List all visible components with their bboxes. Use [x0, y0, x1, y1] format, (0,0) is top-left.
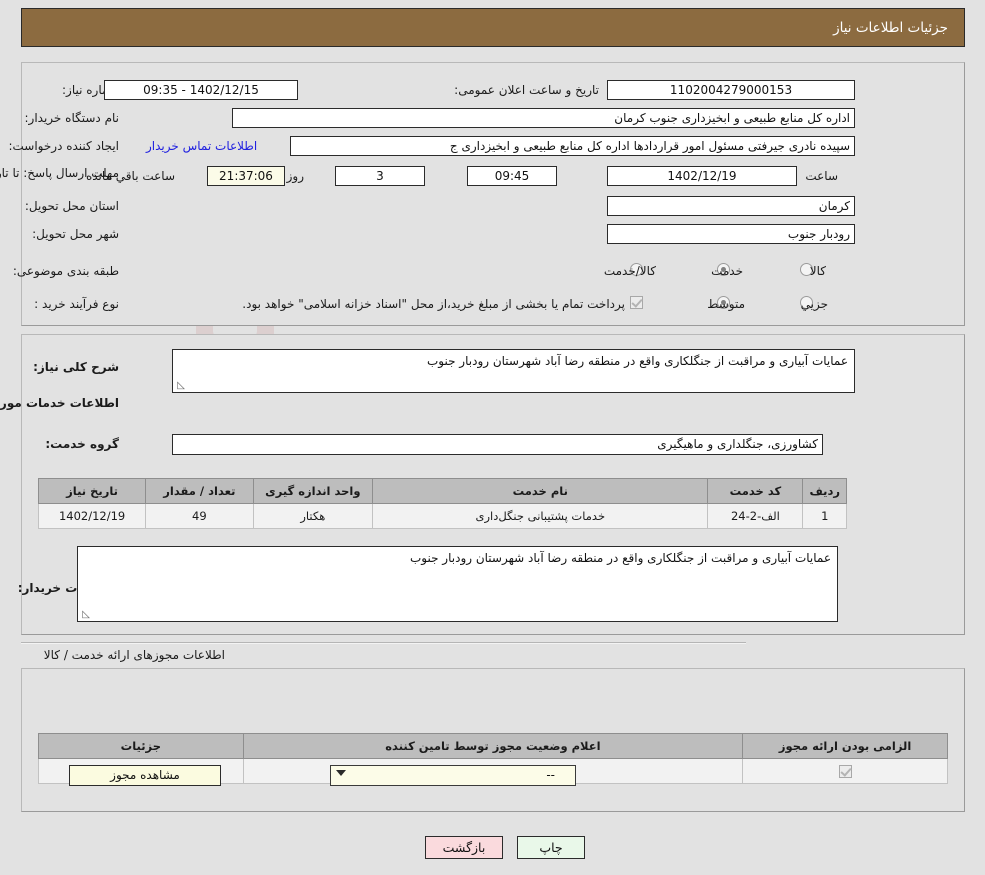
services-cell-unit: هکتار	[252, 503, 374, 529]
permit-status-value: --	[546, 768, 555, 782]
category-label: طبقه بندی موضوعی:	[12, 264, 119, 278]
services-cell-code: الف-2-24	[707, 503, 804, 529]
permits-col-required: الزامی بودن ارائه مجوز	[742, 733, 948, 759]
services-col-date: تاریخ نیاز	[37, 478, 147, 504]
province-value: کرمان	[607, 196, 855, 216]
chevron-down-icon	[336, 770, 346, 776]
page-root: AriaTender.net جزئیات اطلاعات نیاز شماره…	[0, 0, 985, 875]
services-cell-quantity: 49	[145, 503, 254, 529]
deadline-hour-label: ساعت	[805, 169, 838, 183]
need-description-value[interactable]: عمایات آبیاری و مراقبت از جنگلکاری واقع …	[172, 349, 855, 393]
permit-status-select[interactable]: --	[330, 765, 576, 786]
buyer-contact-link[interactable]: اطلاعات تماس خریدار	[146, 139, 257, 153]
services-col-name: نام خدمت	[372, 478, 709, 504]
services-cell-name: خدمات پشتیبانی جنگل‌داری	[372, 503, 709, 529]
remaining-days-value: 3	[335, 166, 425, 186]
need-number-value: 1102004279000153	[607, 80, 855, 100]
permits-col-status: اعلام وضعیت مجوز توسط تامین کننده	[242, 733, 744, 759]
back-button[interactable]: بازگشت	[425, 836, 503, 859]
remaining-time-label: ساعت باقي مانده	[85, 169, 175, 183]
print-button[interactable]: چاپ	[517, 836, 585, 859]
remaining-time-value: 21:37:06	[207, 166, 285, 186]
services-table-header-row: ردیف کد خدمت نام خدمت واحد اندازه گیری ت…	[37, 478, 847, 504]
treasury-checkbox[interactable]	[630, 296, 643, 309]
services-col-unit: واحد اندازه گیری	[252, 478, 374, 504]
resize-grip-icon[interactable]: ◺	[175, 381, 185, 391]
creator-label: ایجاد کننده درخواست:	[8, 139, 119, 153]
permits-divider	[21, 642, 746, 644]
category-option-khedmat: خدمت	[711, 264, 743, 278]
announce-datetime-value: 1402/12/15 - 09:35	[104, 80, 298, 100]
services-col-quantity: تعداد / مقدار	[145, 478, 254, 504]
need-description-label: شرح کلی نیاز:	[33, 360, 119, 374]
city-value: رودبار جنوب	[607, 224, 855, 244]
page-title: جزئیات اطلاعات نیاز	[833, 19, 948, 36]
permit-required-checkbox	[838, 765, 852, 778]
process-label: نوع فرآیند خرید :	[34, 297, 119, 311]
permits-cell-required	[742, 758, 948, 784]
permits-table-header-row: الزامی بودن ارائه مجوز اعلام وضعیت مجوز …	[38, 733, 948, 759]
service-group-value: کشاورزی، جنگلداری و ماهیگیری	[172, 434, 823, 455]
category-option-kala-khedmat: کالا/خدمت	[603, 264, 656, 278]
view-permit-button[interactable]: مشاهده مجوز	[69, 765, 221, 786]
buyer-org-value: اداره کل منابع طبیعی و ابخیزداری جنوب کر…	[232, 108, 855, 128]
table-row: 1 الف-2-24 خدمات پشتیبانی جنگل‌داری هکتا…	[37, 503, 847, 529]
process-option-motavaset: متوسط	[707, 297, 745, 311]
deadline-date-value: 1402/12/19	[607, 166, 797, 186]
city-label: شهر محل تحویل:	[32, 227, 119, 241]
creator-value: سپیده نادری جیرفتی مسئول امور قراردادها …	[290, 136, 855, 156]
province-label: استان محل تحویل:	[24, 199, 119, 213]
services-cell-date: 1402/12/19	[37, 503, 147, 529]
process-option-jozei: جزيي	[800, 297, 828, 311]
permits-section-title: اطلاعات مجوزهای ارائه خدمت / کالا	[43, 648, 225, 662]
resize-grip-icon-2[interactable]: ◺	[80, 610, 90, 620]
buyer-org-label: نام دستگاه خریدار:	[24, 111, 120, 125]
service-group-label: گروه خدمت:	[45, 437, 119, 451]
permits-col-details: جزئیات	[38, 733, 244, 759]
need-info-panel	[21, 62, 965, 326]
buyer-notes-text: عمایات آبیاری و مراقبت از جنگلکاری واقع …	[409, 551, 831, 565]
page-header: جزئیات اطلاعات نیاز	[21, 8, 965, 47]
category-option-kala: کالا	[809, 264, 826, 278]
announce-datetime-label: تاریخ و ساعت اعلان عمومی:	[454, 83, 599, 97]
services-col-row: ردیف	[802, 478, 847, 504]
deadline-hour-value: 09:45	[467, 166, 557, 186]
services-cell-row: 1	[802, 503, 847, 529]
need-description-text: عمایات آبیاری و مراقبت از جنگلکاری واقع …	[426, 354, 848, 368]
services-section-title: اطلاعات خدمات مورد نیاز	[0, 396, 119, 410]
treasury-note: پرداخت تمام یا بخشی از مبلغ خرید،از محل …	[242, 297, 625, 311]
services-table: ردیف کد خدمت نام خدمت واحد اندازه گیری ت…	[37, 478, 847, 529]
buyer-notes-value[interactable]: عمایات آبیاری و مراقبت از جنگلکاری واقع …	[77, 546, 838, 622]
services-col-code: کد خدمت	[707, 478, 804, 504]
